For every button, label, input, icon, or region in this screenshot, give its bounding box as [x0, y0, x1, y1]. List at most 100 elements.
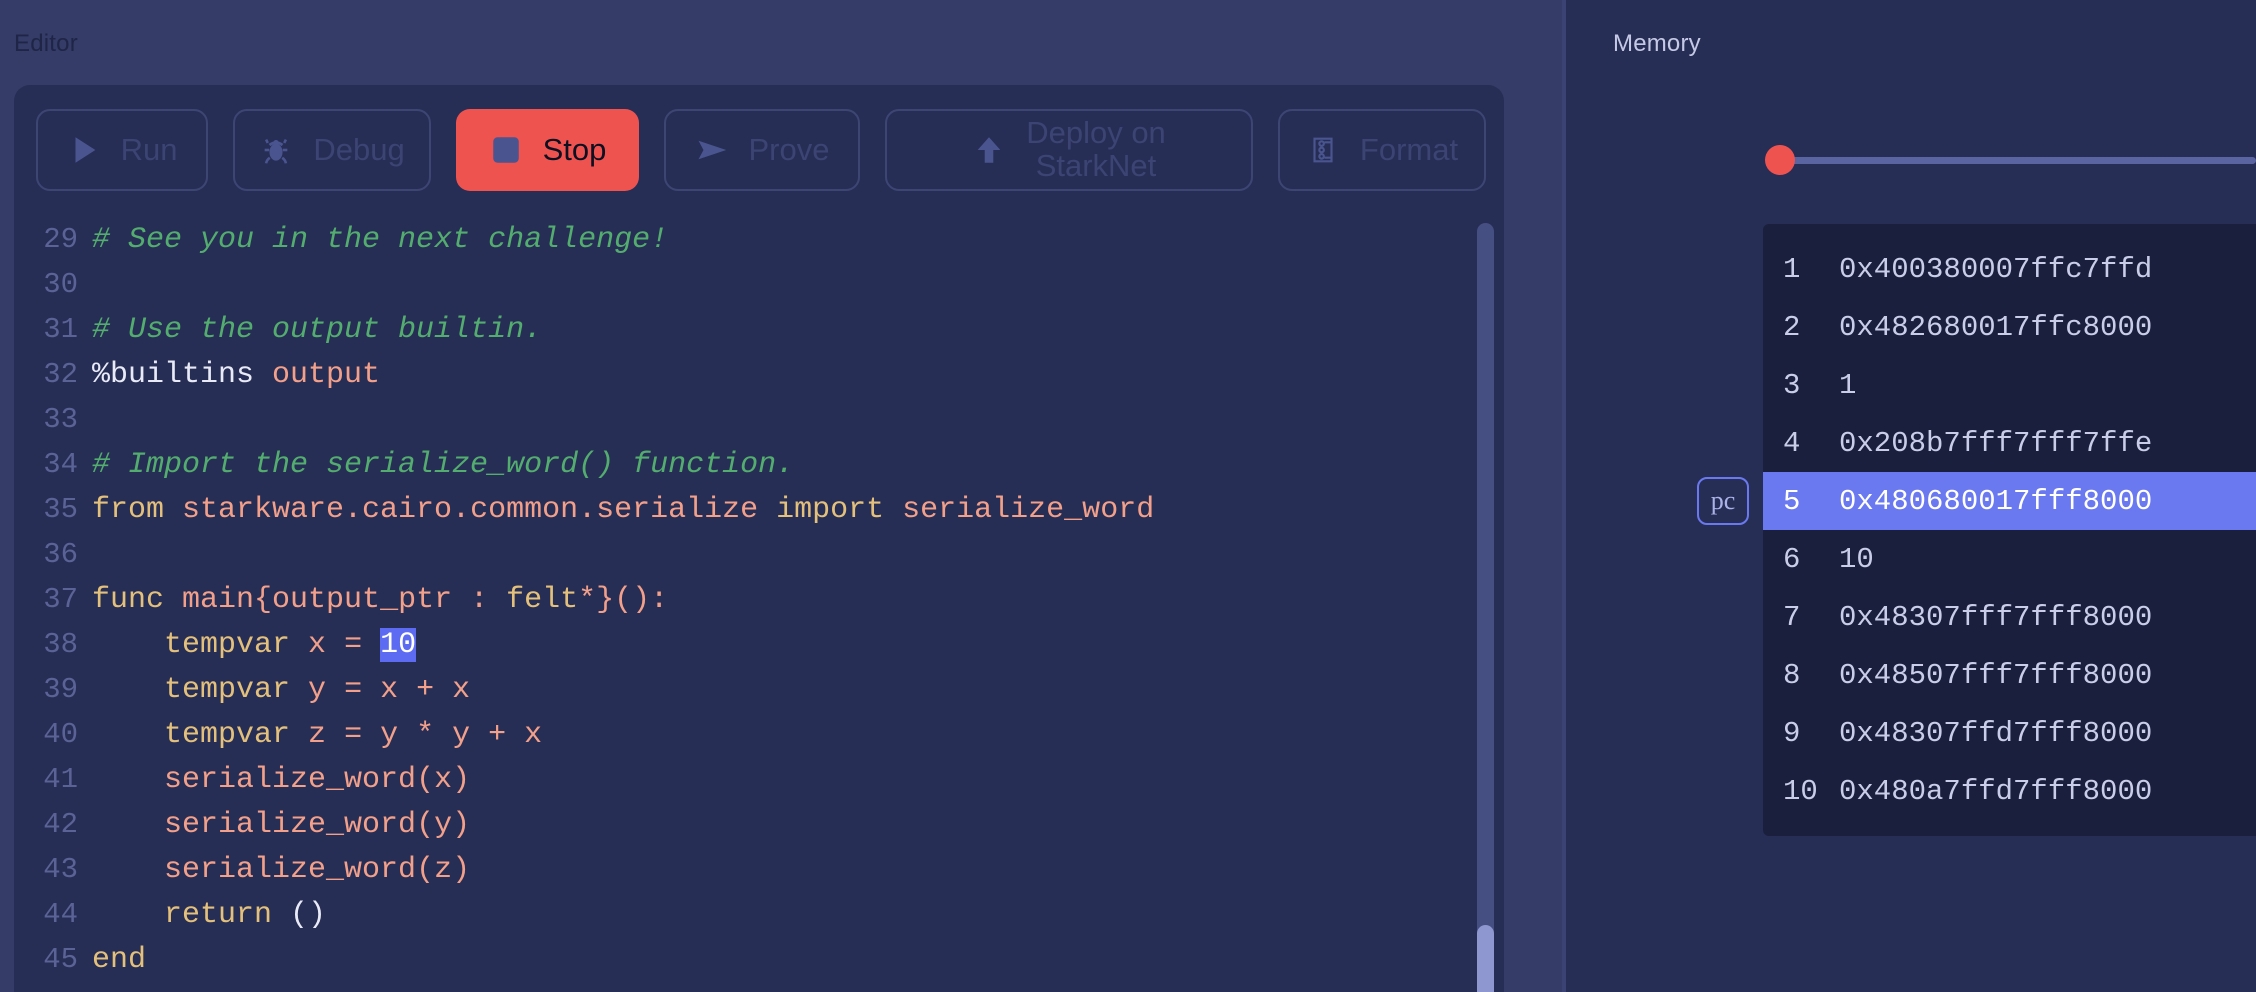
code-token: ) [452, 763, 470, 797]
square-icon [489, 133, 523, 167]
code-line[interactable]: 43 serialize_word(z) [14, 853, 1504, 898]
code-token: y [380, 718, 416, 752]
editor-scrollbar-thumb[interactable] [1477, 925, 1494, 992]
code-token: # Import the serialize_word() function. [92, 448, 794, 482]
code-token: x [452, 673, 470, 707]
code-token: return [92, 898, 290, 932]
prove-button[interactable]: Prove [664, 109, 860, 191]
memory-row[interactable]: 50x480680017fff8000 [1763, 472, 2256, 530]
code-line[interactable]: 42 serialize_word(y) [14, 808, 1504, 853]
line-number: 43 [14, 853, 92, 886]
code-token: x [434, 763, 452, 797]
editor-card: Run Debug [14, 85, 1504, 992]
stop-button[interactable]: Stop [456, 109, 639, 191]
memory-slider-thumb[interactable] [1765, 145, 1795, 175]
code-line-text: end [92, 943, 1504, 977]
play-icon [67, 133, 101, 167]
code-token: # Use the output builtin. [92, 313, 542, 347]
code-line[interactable]: 35from starkware.cairo.common.serialize … [14, 493, 1504, 538]
memory-row[interactable]: 90x48307ffd7fff8000 [1763, 704, 2256, 762]
editor-toolbar: Run Debug [14, 85, 1504, 215]
code-token: tempvar [92, 673, 308, 707]
code-line[interactable]: 29# See you in the next challenge! [14, 223, 1504, 268]
code-token: tempvar [92, 628, 308, 662]
line-number: 42 [14, 808, 92, 841]
memory-row-value: 0x480680017fff8000 [1839, 485, 2256, 518]
code-line[interactable]: 34# Import the serialize_word() function… [14, 448, 1504, 493]
run-button-label: Run [121, 134, 178, 167]
stop-button-label: Stop [543, 134, 607, 167]
code-token: %builtins [92, 358, 272, 392]
memory-row-value: 0x208b7fff7fff7ffe [1839, 427, 2256, 460]
code-line[interactable]: 32%builtins output [14, 358, 1504, 403]
memory-row-index: 2 [1783, 311, 1839, 344]
code-token: ) [452, 808, 470, 842]
code-line[interactable]: 38 tempvar x = 10 [14, 628, 1504, 673]
memory-row-value: 0x482680017ffc8000 [1839, 311, 2256, 344]
run-button[interactable]: Run [36, 109, 208, 191]
memory-row[interactable]: 610 [1763, 530, 2256, 588]
memory-row-index: 1 [1783, 253, 1839, 286]
memory-row-value: 10 [1839, 543, 2256, 576]
line-number: 31 [14, 313, 92, 346]
code-token: x [308, 628, 344, 662]
code-line-text: serialize_word(x) [92, 763, 1504, 797]
memory-row[interactable]: 100x480a7ffd7fff8000 [1763, 762, 2256, 820]
code-token: { [254, 583, 272, 617]
memory-row[interactable]: 40x208b7fff7fff7ffe [1763, 414, 2256, 472]
line-number: 37 [14, 583, 92, 616]
code-line[interactable]: 31# Use the output builtin. [14, 313, 1504, 358]
code-token: output_ptr [272, 583, 470, 617]
code-line[interactable]: 36 [14, 538, 1504, 583]
code-line[interactable]: 30 [14, 268, 1504, 313]
memory-row-value: 0x400380007ffc7ffd [1839, 253, 2256, 286]
memory-step-slider[interactable] [1765, 145, 2256, 175]
line-number: 30 [14, 268, 92, 301]
prove-button-label: Prove [749, 134, 830, 167]
code-line[interactable]: 45end [14, 943, 1504, 988]
memory-row[interactable]: 20x482680017ffc8000 [1763, 298, 2256, 356]
debug-button-label: Debug [313, 134, 404, 167]
code-token: tempvar [92, 718, 308, 752]
memory-row[interactable]: 80x48507fff7fff8000 [1763, 646, 2256, 704]
code-token: z [308, 718, 344, 752]
code-token: ( [416, 763, 434, 797]
memory-row[interactable]: 70x48307fff7fff8000 [1763, 588, 2256, 646]
memory-row[interactable]: 31 [1763, 356, 2256, 414]
memory-row[interactable]: 10x400380007ffc7ffd [1763, 240, 2256, 298]
code-line[interactable]: 33 [14, 403, 1504, 448]
arrow-up-icon [972, 133, 1006, 167]
deploy-on-starknet-button[interactable]: Deploy onStarkNet [885, 109, 1253, 191]
memory-row-index: 3 [1783, 369, 1839, 402]
line-number: 45 [14, 943, 92, 976]
line-number: 29 [14, 223, 92, 256]
format-button[interactable]: Format [1278, 109, 1486, 191]
line-number: 35 [14, 493, 92, 526]
memory-slider-track[interactable] [1791, 157, 2256, 164]
line-number: 32 [14, 358, 92, 391]
code-line[interactable]: 37func main{output_ptr : felt*}(): [14, 583, 1504, 628]
code-line-text: # Use the output builtin. [92, 313, 1504, 347]
debug-button[interactable]: Debug [233, 109, 431, 191]
code-token: * [416, 718, 452, 752]
code-line[interactable]: 40 tempvar z = y * y + x [14, 718, 1504, 763]
pc-badge: pc [1697, 477, 1749, 525]
code-editor[interactable]: 29# See you in the next challenge!3031# … [14, 215, 1504, 992]
code-line-text: %builtins output [92, 358, 1504, 392]
code-token: *}(): [578, 583, 668, 617]
code-line[interactable]: 44 return () [14, 898, 1504, 943]
code-token: serialize_word [92, 763, 416, 797]
memory-row-value: 1 [1839, 369, 2256, 402]
code-line[interactable]: 39 tempvar y = x + x [14, 673, 1504, 718]
code-line-text: serialize_word(z) [92, 853, 1504, 887]
memory-pane-title: Memory [1613, 30, 1701, 58]
code-line[interactable]: 41 serialize_word(x) [14, 763, 1504, 808]
code-token: y [434, 808, 452, 842]
line-number: 36 [14, 538, 92, 571]
format-button-label: Format [1360, 134, 1458, 167]
editor-scrollbar-track[interactable] [1477, 223, 1494, 992]
code-line-text: func main{output_ptr : felt*}(): [92, 583, 1504, 617]
code-token: = [344, 628, 380, 662]
code-token: () [290, 898, 326, 932]
line-number: 44 [14, 898, 92, 931]
